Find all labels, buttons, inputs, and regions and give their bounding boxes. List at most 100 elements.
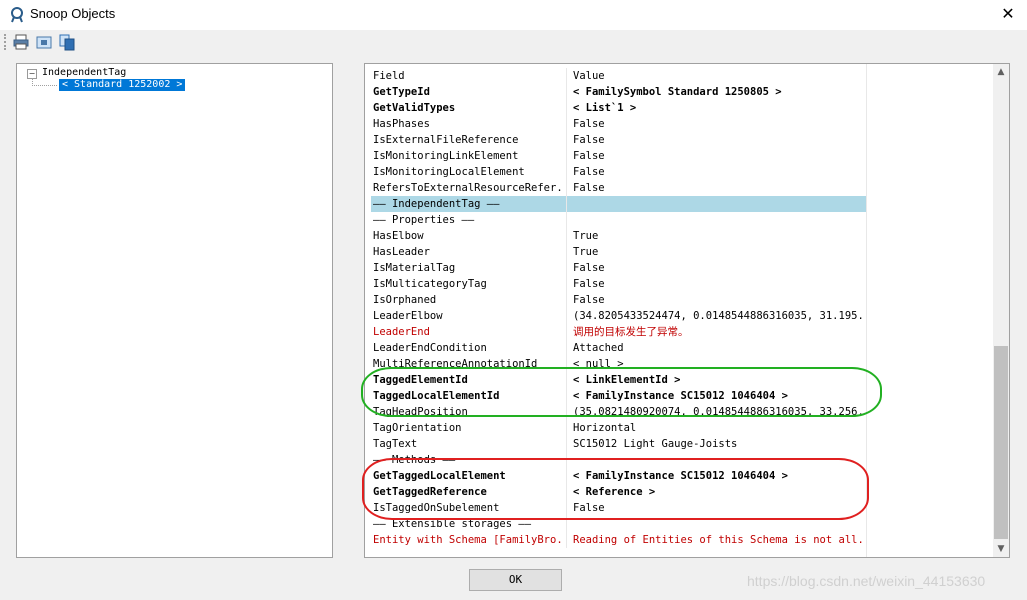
table-row[interactable]: IsMulticategoryTag False — [371, 276, 866, 292]
column-separator — [566, 324, 567, 340]
field-cell: IsOrphaned — [373, 294, 437, 306]
field-cell: IsMonitoringLocalElement — [373, 166, 525, 178]
field-cell: IsMulticategoryTag — [373, 278, 487, 290]
field-cell: IsExternalFileReference — [373, 134, 519, 146]
table-row[interactable]: —— IndependentTag —— — [371, 196, 866, 212]
toolbar-grip — [4, 34, 8, 50]
column-separator — [566, 68, 567, 84]
table-row[interactable]: RefersToExternalResourceRefer... False — [371, 180, 866, 196]
field-cell: LeaderEnd — [373, 326, 430, 338]
red-highlight-ellipse — [362, 458, 869, 520]
field-cell: —— Properties —— — [373, 214, 475, 226]
column-separator — [566, 84, 567, 100]
vertical-scrollbar[interactable]: ▲ ▼ — [993, 64, 1009, 557]
tree-connector — [32, 85, 57, 86]
value-cell: Horizontal — [573, 422, 637, 434]
watermark-text: https://blog.csdn.net/weixin_44153630 — [747, 573, 986, 589]
tree-node-standard-selected[interactable]: < Standard 1252002 > — [59, 79, 186, 91]
value-cell: False — [573, 150, 605, 162]
table-row[interactable]: LeaderEndCondition Attached — [371, 340, 866, 356]
column-separator — [566, 100, 567, 116]
value-cell: 调用的目标发生了异常。 — [573, 326, 689, 338]
column-separator — [566, 228, 567, 244]
value-cell: False — [573, 166, 605, 178]
value-cell: False — [573, 182, 605, 194]
value-cell: (34.8205433524474, 0.0148544886316035, 3… — [573, 310, 863, 322]
value-cell: False — [573, 134, 605, 146]
table-row[interactable]: TagOrientation Horizontal — [371, 420, 866, 436]
column-separator — [566, 212, 567, 228]
value-cell: False — [573, 118, 605, 130]
snoop-app-icon — [11, 7, 23, 23]
table-row[interactable]: HasLeader True — [371, 244, 866, 260]
table-row[interactable]: Entity with Schema [FamilyBro... Reading … — [371, 532, 866, 548]
scroll-up-arrow[interactable]: ▲ — [993, 64, 1009, 80]
field-cell: LeaderEndCondition — [373, 342, 487, 354]
value-cell: False — [573, 262, 605, 274]
field-cell: HasElbow — [373, 230, 424, 242]
column-separator — [566, 276, 567, 292]
table-row[interactable]: LeaderElbow (34.8205433524474, 0.01485448… — [371, 308, 866, 324]
column-separator — [566, 132, 567, 148]
title-bar: Snoop Objects ✕ — [0, 0, 1027, 30]
scrollbar-thumb[interactable] — [994, 346, 1008, 539]
column-separator — [566, 260, 567, 276]
column-separator — [566, 148, 567, 164]
copy-icon[interactable] — [58, 33, 76, 51]
column-separator — [566, 196, 567, 212]
column-separator — [566, 532, 567, 548]
table-row[interactable]: GetTypeId < FamilySymbol Standard 1250805… — [371, 84, 866, 100]
field-cell: HasLeader — [373, 246, 430, 258]
value-cell: Reading of Entities of this Schema is no… — [573, 534, 863, 546]
field-cell: LeaderElbow — [373, 310, 443, 322]
value-cell: False — [573, 294, 605, 306]
table-row[interactable]: LeaderEnd 调用的目标发生了异常。 — [371, 324, 866, 340]
table-row[interactable]: IsOrphaned False — [371, 292, 866, 308]
value-column-header[interactable]: Value — [573, 68, 863, 84]
value-cell: Attached — [573, 342, 624, 354]
ok-button[interactable]: OK — [469, 569, 562, 591]
field-cell: GetValidTypes — [373, 102, 456, 114]
toolbar — [0, 30, 1027, 54]
field-cell: IsMonitoringLinkElement — [373, 150, 519, 162]
field-cell: TagOrientation — [373, 422, 462, 434]
green-highlight-ellipse — [361, 367, 882, 417]
snoop-icon[interactable] — [35, 33, 53, 51]
column-separator — [566, 340, 567, 356]
value-cell: False — [573, 278, 605, 290]
value-cell: < List`1 > — [573, 102, 637, 114]
value-cell: < FamilySymbol Standard 1250805 > — [573, 86, 782, 98]
column-separator — [566, 420, 567, 436]
field-column-header[interactable]: Field — [373, 68, 563, 84]
scroll-down-arrow[interactable]: ▼ — [993, 541, 1009, 557]
value-cell: True — [573, 246, 599, 258]
column-separator — [566, 436, 567, 452]
column-separator — [566, 116, 567, 132]
table-row[interactable]: IsMaterialTag False — [371, 260, 866, 276]
table-row[interactable]: IsMonitoringLinkElement False — [371, 148, 866, 164]
table-row[interactable]: HasElbow True — [371, 228, 866, 244]
tree-node-independenttag[interactable]: IndependentTag — [42, 67, 126, 78]
field-cell: HasPhases — [373, 118, 430, 130]
field-cell: Entity with Schema [FamilyBro... — [373, 534, 563, 546]
field-cell: GetTypeId — [373, 86, 430, 98]
table-row[interactable]: IsMonitoringLocalElement False — [371, 164, 866, 180]
close-button[interactable]: ✕ — [997, 3, 1019, 25]
column-separator — [566, 308, 567, 324]
table-row[interactable]: TagText SC15012 Light Gauge-Joists — [371, 436, 866, 452]
value-cell: SC15012 Light Gauge-Joists — [573, 438, 738, 450]
field-cell: RefersToExternalResourceRefer... — [373, 182, 563, 194]
column-separator — [566, 292, 567, 308]
value-cell: True — [573, 230, 599, 242]
field-cell: TagText — [373, 438, 418, 450]
grid-header: Field Value — [371, 68, 866, 84]
table-row[interactable]: IsExternalFileReference False — [371, 132, 866, 148]
column-separator — [566, 164, 567, 180]
object-tree[interactable]: − IndependentTag < Standard 1252002 > — [16, 63, 333, 558]
field-cell: —— IndependentTag —— — [373, 198, 500, 210]
window-title: Snoop Objects — [30, 6, 116, 21]
table-row[interactable]: HasPhases False — [371, 116, 866, 132]
table-row[interactable]: GetValidTypes < List`1 > — [371, 100, 866, 116]
table-row[interactable]: —— Properties —— — [371, 212, 866, 228]
print-icon[interactable] — [12, 33, 30, 51]
